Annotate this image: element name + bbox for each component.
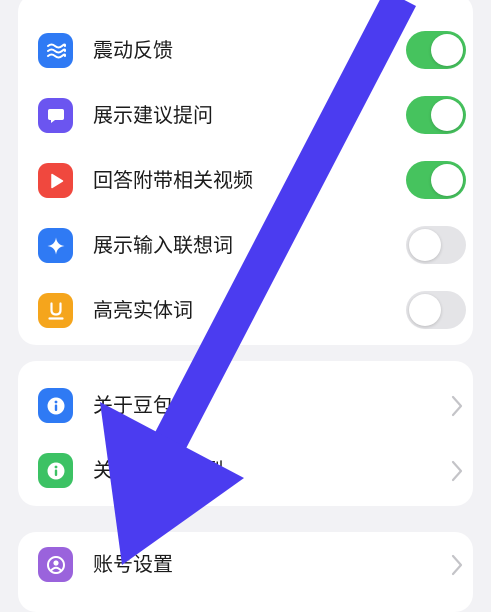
setting-label: 展示输入联想词 [93, 233, 233, 257]
chevron-right-icon [451, 554, 463, 576]
show-suggested-questions-toggle[interactable] [406, 96, 466, 134]
about-card: 关于豆包 关于 模型 [18, 361, 473, 506]
account-label: 账号设置 [93, 552, 173, 576]
sparkle-icon [38, 228, 73, 263]
user-icon [38, 547, 73, 582]
settings-toggle-card: 震动反馈 展示建议提问 回答附带相关视频 展示输入联想词 高亮实体词 [18, 0, 473, 345]
about-model-row[interactable]: 关于 模型 [18, 438, 473, 503]
setting-row-show-suggested-questions[interactable]: 展示建议提问 [18, 83, 473, 148]
chat-bubble-icon [38, 98, 73, 133]
toggle-knob [431, 34, 463, 66]
setting-row-vibration-feedback[interactable]: 震动反馈 [18, 18, 473, 83]
related-videos-toggle[interactable] [406, 161, 466, 199]
underline-u-icon [38, 293, 73, 328]
toggle-knob [409, 229, 441, 261]
vibration-feedback-toggle[interactable] [406, 31, 466, 69]
setting-row-related-videos[interactable]: 回答附带相关视频 [18, 148, 473, 213]
waves-icon [38, 33, 73, 68]
setting-label: 回答附带相关视频 [93, 168, 253, 192]
setting-row-input-suggestions[interactable]: 展示输入联想词 [18, 213, 473, 278]
info-icon [38, 453, 73, 488]
chevron-right-icon [451, 460, 463, 482]
toggle-knob [409, 294, 441, 326]
play-icon [38, 163, 73, 198]
about-label: 关于 模型 [93, 458, 224, 482]
toggle-knob [431, 99, 463, 131]
about-label: 关于豆包 [93, 393, 173, 417]
highlight-entities-toggle[interactable] [406, 291, 466, 329]
toggle-knob [431, 164, 463, 196]
setting-label: 高亮实体词 [93, 298, 193, 322]
setting-label: 展示建议提问 [93, 103, 213, 127]
setting-row-highlight-entities[interactable]: 高亮实体词 [18, 278, 473, 343]
input-suggestions-toggle[interactable] [406, 226, 466, 264]
chevron-right-icon [451, 395, 463, 417]
account-card: 账号设置 [18, 532, 473, 612]
about-doubao-row[interactable]: 关于豆包 [18, 373, 473, 438]
info-icon [38, 388, 73, 423]
account-settings-row[interactable]: 账号设置 [18, 532, 473, 597]
setting-label: 震动反馈 [93, 38, 173, 62]
